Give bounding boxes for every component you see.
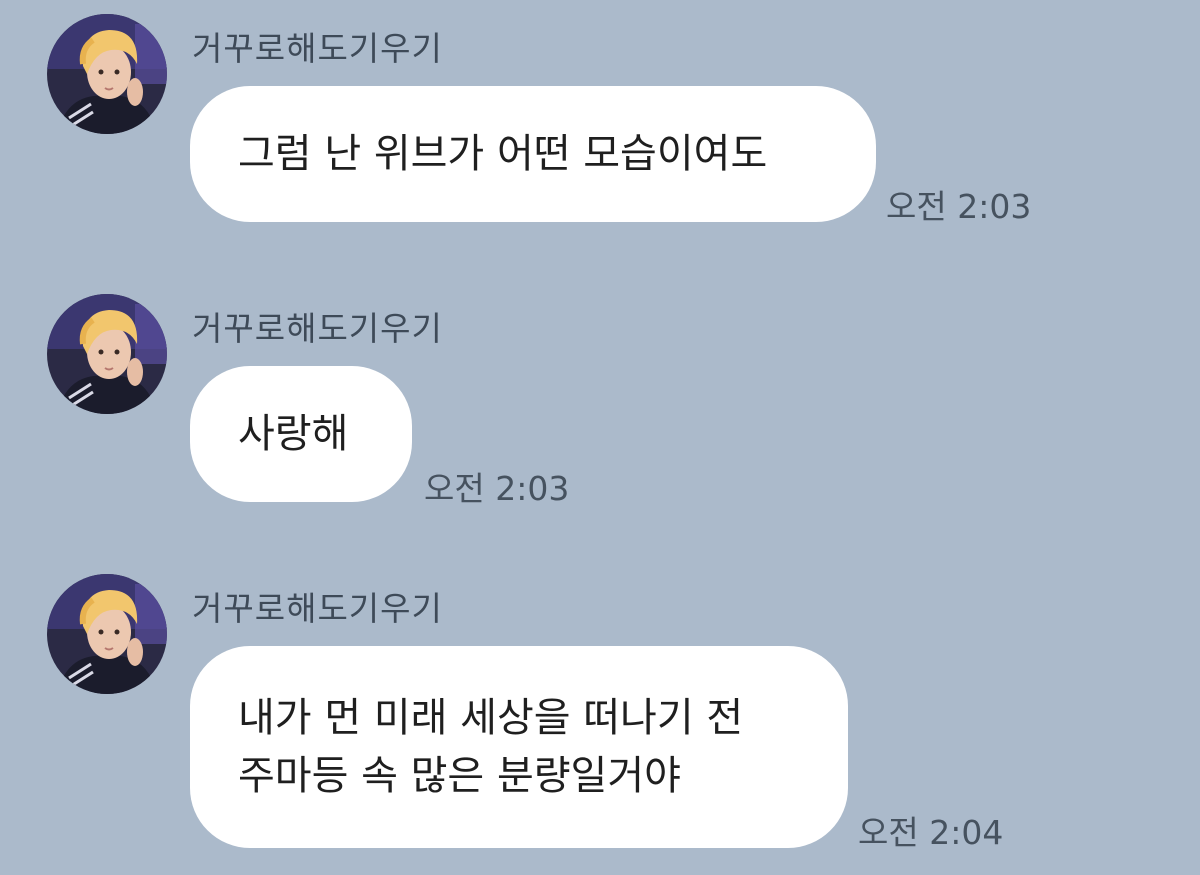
message-text: 사랑해	[238, 411, 349, 457]
message-bubble[interactable]: 그럼 난 위브가 어떤 모습이여도	[190, 86, 876, 222]
message-bubble[interactable]: 내가 먼 미래 세상을 떠나기 전 주마등 속 많은 분량일거야	[190, 646, 848, 848]
chat-message-list: 거꾸로해도기우기 그럼 난 위브가 어떤 모습이여도 오전 2:03 거꾸로해도…	[0, 0, 1200, 875]
sender-avatar[interactable]	[47, 14, 167, 134]
message-bubble[interactable]: 사랑해	[190, 366, 412, 502]
sender-name: 거꾸로해도기우기	[192, 29, 443, 68]
sender-avatar[interactable]	[47, 294, 167, 414]
profile-photo-icon	[47, 14, 167, 134]
message-timestamp: 오전 2:03	[424, 469, 570, 508]
message-timestamp: 오전 2:03	[886, 187, 1032, 226]
sender-name: 거꾸로해도기우기	[192, 309, 443, 348]
message-text-line: 주마등 속 많은 분량일거야	[238, 753, 681, 799]
profile-photo-icon	[47, 574, 167, 694]
sender-avatar[interactable]	[47, 574, 167, 694]
message-text-line: 내가 먼 미래 세상을 떠나기 전	[238, 695, 744, 741]
profile-photo-icon	[47, 294, 167, 414]
sender-name: 거꾸로해도기우기	[192, 589, 443, 628]
message-timestamp: 오전 2:04	[858, 813, 1004, 852]
message-text: 그럼 난 위브가 어떤 모습이여도	[238, 131, 768, 177]
